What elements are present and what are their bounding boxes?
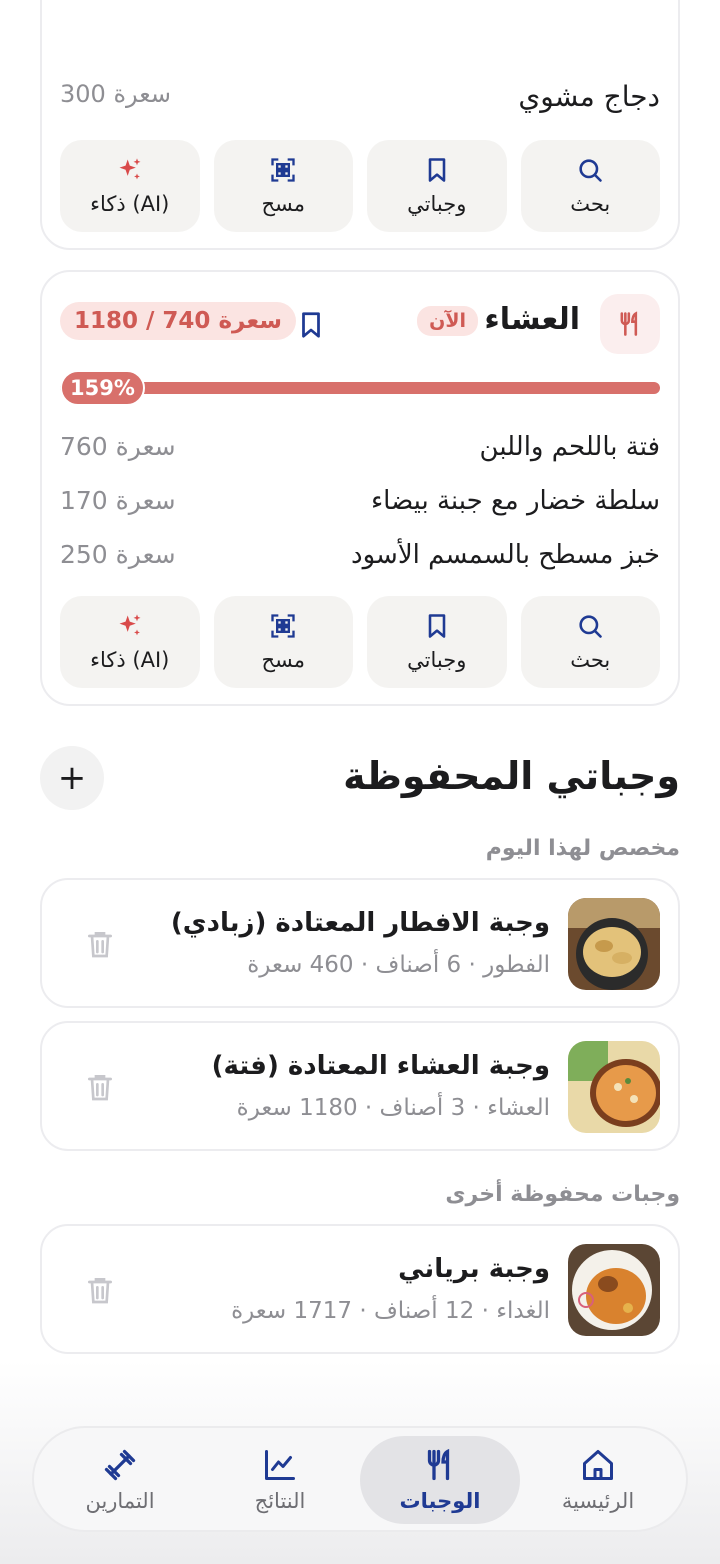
saved-meal-card[interactable]: وجبة الافطار المعتادة (زبادي) الفطور · 6… bbox=[40, 878, 680, 1008]
dinner-card: العشاء الآن 1180 / 740 سعرة 159% فتة بال… bbox=[40, 270, 680, 706]
food-item-name: دجاج مشوي bbox=[518, 80, 660, 113]
food-item[interactable]: خبز مسطح بالسمسم الأسود 250 سعرة bbox=[60, 538, 660, 578]
saved-meal-meta: الغداء · 12 أصناف · 1717 سعرة bbox=[231, 1298, 550, 1324]
saved-meal-name: وجبة الافطار المعتادة (زبادي) bbox=[170, 908, 550, 938]
nav-home-label: الرئيسية bbox=[561, 1489, 635, 1513]
my-meals-button[interactable]: وجباتي bbox=[367, 140, 507, 232]
bookmark-icon bbox=[428, 158, 446, 182]
meal-actions: بحث وجباتي مسح ذكاء (AI) bbox=[60, 140, 660, 232]
ai-button[interactable]: ذكاء (AI) bbox=[60, 596, 200, 688]
qr-scan-icon bbox=[271, 614, 295, 638]
food-item[interactable]: سلطة خضار مع جبنة بيضاء 170 سعرة bbox=[60, 484, 660, 524]
home-icon bbox=[583, 1450, 613, 1480]
food-item-calories: 250 سعرة bbox=[60, 540, 176, 569]
meal-thumbnail bbox=[568, 1041, 660, 1133]
meal-thumbnail bbox=[568, 898, 660, 990]
search-button-label: بحث bbox=[570, 648, 611, 672]
sparkles-icon bbox=[119, 614, 141, 636]
saved-meal-name: وجبة العشاء المعتادة (فتة) bbox=[211, 1051, 550, 1081]
scan-button-label: مسح bbox=[261, 192, 306, 216]
calorie-progress-bar bbox=[60, 382, 660, 394]
trash-icon[interactable] bbox=[84, 1272, 116, 1308]
nav-meals-label: الوجبات bbox=[399, 1489, 481, 1513]
food-item[interactable]: دجاج مشوي 300 سعرة bbox=[60, 80, 660, 120]
nav-workouts[interactable]: التمارين bbox=[40, 1436, 200, 1524]
sparkles-icon bbox=[119, 158, 141, 180]
ai-button-label: ذكاء (AI) bbox=[90, 192, 170, 216]
saved-meal-meta: العشاء · 3 أصناف · 1180 سعرة bbox=[236, 1095, 550, 1121]
trash-icon[interactable] bbox=[84, 926, 116, 962]
nav-workouts-label: التمارين bbox=[85, 1489, 155, 1513]
calorie-pill: 1180 / 740 سعرة bbox=[60, 302, 296, 340]
food-item-name: فتة باللحم واللبن bbox=[479, 432, 660, 462]
today-heading: مخصص لهذا اليوم bbox=[485, 836, 680, 861]
meal-thumbnail bbox=[568, 1244, 660, 1336]
other-heading: وجبات محفوظة أخرى bbox=[445, 1182, 680, 1207]
now-badge: الآن bbox=[417, 306, 478, 336]
previous-meal-card: دجاج مشوي 300 سعرة بحث وجباتي مسح ذكاء (… bbox=[40, 0, 680, 250]
ai-button-label: ذكاء (AI) bbox=[90, 648, 170, 672]
search-icon bbox=[579, 159, 603, 182]
search-button[interactable]: بحث bbox=[520, 596, 660, 688]
food-item[interactable]: فتة باللحم واللبن 760 سعرة bbox=[60, 430, 660, 470]
ai-button[interactable]: ذكاء (AI) bbox=[60, 140, 200, 232]
saved-meals-title: وجباتي المحفوظة bbox=[343, 754, 680, 798]
qr-scan-icon bbox=[271, 158, 295, 182]
nav-meals[interactable]: الوجبات bbox=[360, 1436, 520, 1524]
food-item-name: سلطة خضار مع جبنة بيضاء bbox=[370, 486, 660, 516]
search-button[interactable]: بحث bbox=[520, 140, 660, 232]
nav-results[interactable]: النتائج bbox=[200, 1436, 360, 1524]
search-button-label: بحث bbox=[570, 192, 611, 216]
scan-button[interactable]: مسح bbox=[213, 140, 353, 232]
saved-meal-card[interactable]: وجبة برياني الغداء · 12 أصناف · 1717 سعر… bbox=[40, 1224, 680, 1354]
chart-icon bbox=[265, 1450, 295, 1480]
plus-icon: + bbox=[57, 758, 87, 798]
my-meals-button[interactable]: وجباتي bbox=[367, 596, 507, 688]
saved-meal-meta: الفطور · 6 أصناف · 460 سعرة bbox=[247, 952, 550, 978]
meal-title: العشاء bbox=[484, 302, 580, 337]
add-saved-meal-button[interactable]: + bbox=[40, 746, 104, 810]
my-meals-button-label: وجباتي bbox=[407, 192, 467, 216]
trash-icon[interactable] bbox=[84, 1069, 116, 1105]
saved-meal-name: وجبة برياني bbox=[398, 1254, 550, 1284]
food-item-calories: 300 سعرة bbox=[60, 80, 171, 108]
fork-knife-icon bbox=[600, 294, 660, 354]
food-item-calories: 170 سعرة bbox=[60, 486, 176, 515]
food-item-name: خبز مسطح بالسمسم الأسود bbox=[351, 540, 660, 570]
scan-button-label: مسح bbox=[261, 648, 306, 672]
food-item-calories: 760 سعرة bbox=[60, 432, 176, 461]
fork-knife-icon bbox=[427, 1448, 450, 1481]
bottom-nav: الرئيسية الوجبات النتائج التمارين bbox=[32, 1426, 688, 1532]
scan-button[interactable]: مسح bbox=[213, 596, 353, 688]
bookmark-icon bbox=[428, 614, 446, 638]
nav-results-label: النتائج bbox=[254, 1489, 306, 1513]
calorie-progress-label: 159% bbox=[60, 370, 145, 406]
search-icon bbox=[579, 615, 603, 638]
saved-meal-card[interactable]: وجبة العشاء المعتادة (فتة) العشاء · 3 أص… bbox=[40, 1021, 680, 1151]
my-meals-button-label: وجباتي bbox=[407, 648, 467, 672]
meal-actions: بحث وجباتي مسح ذكاء (AI) bbox=[60, 596, 660, 688]
nav-home[interactable]: الرئيسية bbox=[518, 1436, 678, 1524]
save-meal-bookmark-icon[interactable] bbox=[296, 308, 326, 342]
dumbbell-icon bbox=[104, 1449, 136, 1481]
